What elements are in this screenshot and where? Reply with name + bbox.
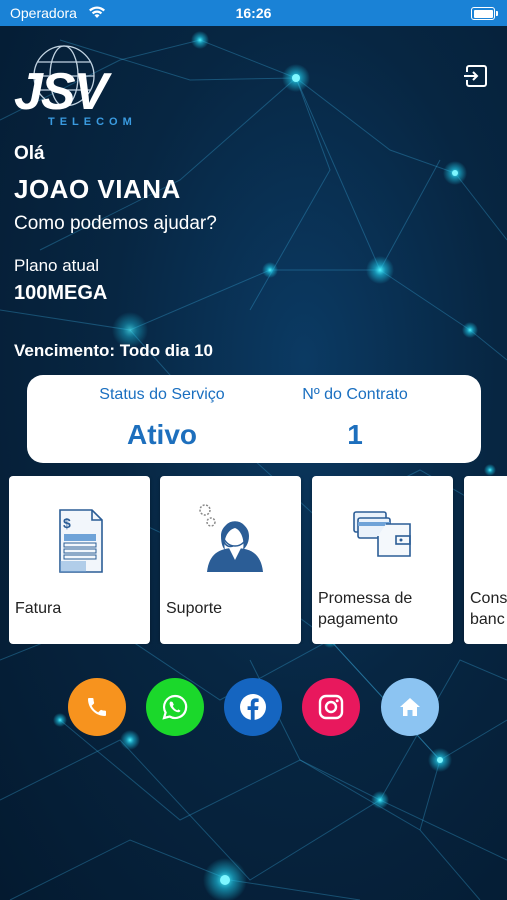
plan-label: Plano atual <box>14 256 100 275</box>
tile-fatura[interactable]: $ Fatura <box>9 476 150 644</box>
brand-logo: JSV TELECOM <box>14 40 164 130</box>
logo-subtitle: TELECOM <box>48 116 137 128</box>
due-date: Vencimento: Todo dia 10 <box>14 341 213 360</box>
whatsapp-icon <box>162 694 188 720</box>
tile-label: Suporte <box>166 600 223 617</box>
contract-number-value: 1 <box>347 419 363 450</box>
wallet-cards-icon <box>352 511 411 557</box>
service-status-value: Ativo <box>127 419 197 450</box>
tile-consulta-bancaria[interactable]: Cons banc <box>464 476 507 644</box>
whatsapp-button[interactable] <box>146 678 204 736</box>
home-icon <box>400 698 420 716</box>
tile-suporte[interactable]: Suporte <box>160 476 301 644</box>
greeting-hello: Olá <box>14 143 45 164</box>
logo-wordmark: JSV <box>14 63 108 121</box>
instagram-button[interactable] <box>302 678 360 736</box>
tile-promessa-pagamento[interactable]: Promessa de pagamento <box>312 476 453 644</box>
service-tiles: $ Fatura Suporte Promessa de pagamento C… <box>9 476 507 644</box>
service-status-card: Status do Serviço Ativo Nº do Contrato 1 <box>27 375 481 463</box>
phone-button[interactable] <box>68 678 126 736</box>
support-agent-icon <box>198 504 263 572</box>
svg-text:$: $ <box>63 515 71 531</box>
plan-value: 100MEGA <box>14 282 108 304</box>
user-name: JOAO VIANA <box>14 174 181 204</box>
battery-icon <box>471 7 498 20</box>
instagram-icon <box>318 694 344 720</box>
tile-label: Promessa de pagamento <box>318 590 413 628</box>
home-button[interactable] <box>381 678 439 736</box>
phone-icon <box>88 698 106 716</box>
social-buttons <box>0 678 507 738</box>
facebook-button[interactable] <box>224 678 282 736</box>
logout-icon[interactable] <box>463 63 489 89</box>
service-status-label: Status do Serviço <box>99 386 225 403</box>
clock: 16:26 <box>235 5 272 21</box>
contract-number-label: Nº do Contrato <box>302 386 408 403</box>
tile-label: Cons banc <box>470 590 507 628</box>
facebook-icon <box>240 694 266 720</box>
help-question: Como podemos ajudar? <box>14 213 217 234</box>
tile-label: Fatura <box>15 600 62 617</box>
status-bar: Operadora 16:26 <box>0 0 507 26</box>
invoice-icon: $ <box>58 509 103 573</box>
